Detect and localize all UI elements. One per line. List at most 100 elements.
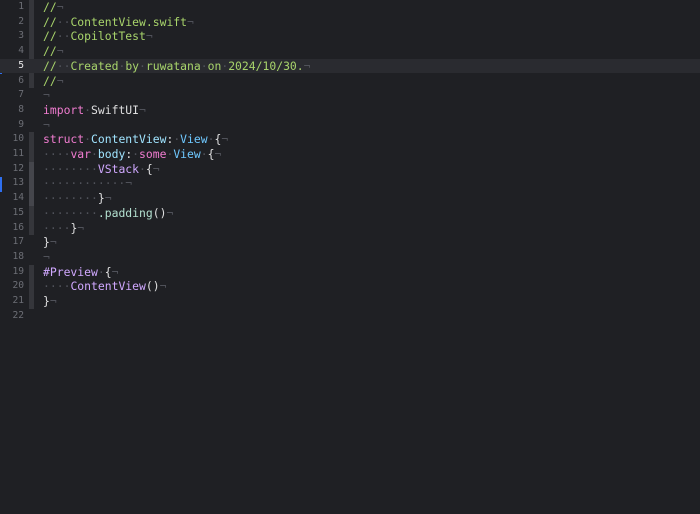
code-token: by <box>125 58 140 73</box>
code-line[interactable]: 2 //··ContentView.swift¬ <box>0 15 700 30</box>
code-token: import <box>43 102 85 117</box>
invisible-char: ¬ <box>56 0 64 14</box>
code-token: } <box>43 235 50 250</box>
code-line[interactable]: 17 }¬ <box>0 235 700 250</box>
invisible-char: ¬ <box>187 14 194 29</box>
line-number: 3 <box>18 30 24 42</box>
line-code: import·SwiftUI¬ <box>43 103 146 118</box>
code-token: () <box>152 205 167 220</box>
code-line[interactable]: 7 ¬ <box>0 88 700 103</box>
code-token: .padding <box>97 205 153 220</box>
line-number: 18 <box>12 250 24 262</box>
line-number: 7 <box>18 89 24 101</box>
line-code: //¬ <box>43 0 64 15</box>
line-code: ¬ <box>43 88 50 103</box>
invisible-char: · <box>139 58 146 73</box>
invisible-char: ········ <box>43 191 98 206</box>
invisible-char: ¬ <box>221 132 229 147</box>
code-line[interactable]: 19 #Preview·{¬ <box>0 265 700 280</box>
invisible-char: ¬ <box>139 102 146 117</box>
line-code: //¬ <box>43 44 64 59</box>
invisible-char: · <box>132 147 140 161</box>
code-token: 2024/10/30. <box>228 58 304 73</box>
code-line[interactable]: 15 ········.padding()¬ <box>0 206 700 221</box>
code-token: // <box>43 0 57 14</box>
code-editor[interactable]: 1//¬ 2//··ContentView.swift¬ 3//··CopilotT… <box>0 0 700 514</box>
invisible-char: ¬ <box>43 117 50 132</box>
line-code: ····var·body:·some·View·{¬ <box>43 147 221 162</box>
code-line[interactable]: 18 ¬ <box>0 250 700 265</box>
code-token: some <box>139 147 167 161</box>
line-code: ¬ <box>43 250 50 265</box>
line-code: }¬ <box>43 294 57 309</box>
code-token: #Preview <box>43 264 98 279</box>
invisible-char: ·· <box>56 29 71 44</box>
invisible-char: ·· <box>56 14 71 29</box>
invisible-char: ¬ <box>145 29 153 44</box>
code-line[interactable]: 11 ····var·body:·some·View·{¬ <box>0 147 700 162</box>
line-code: //¬ <box>43 74 64 89</box>
line-number: 1 <box>18 1 24 12</box>
invisible-char: · <box>84 132 92 147</box>
code-token: ruwatana <box>145 58 201 73</box>
code-token: } <box>43 294 50 308</box>
line-number: 11 <box>12 148 24 159</box>
code-token: View <box>173 147 201 161</box>
invisible-char: ¬ <box>56 44 64 59</box>
code-line[interactable]: 16 ····}¬ <box>0 221 700 236</box>
invisible-char: ¬ <box>152 161 160 176</box>
code-line[interactable]: 20 ····ContentView()¬ <box>0 279 700 294</box>
code-line[interactable]: 8 import·SwiftUI¬ <box>0 103 700 118</box>
code-token: // <box>43 14 57 29</box>
invisible-char: ¬ <box>56 73 64 88</box>
code-line[interactable]: 13 ············¬ <box>0 176 700 191</box>
line-code: }¬ <box>43 235 57 250</box>
code-line[interactable]: 9 ¬ <box>0 118 700 133</box>
code-token: Created <box>70 58 119 73</box>
code-line[interactable]: 6 //¬ <box>0 74 700 89</box>
invisible-char: ¬ <box>111 264 119 279</box>
line-code: //··ContentView.swift¬ <box>43 15 194 30</box>
line-number: 9 <box>18 118 24 130</box>
invisible-char: ¬ <box>159 279 167 294</box>
code-token: // <box>43 58 57 73</box>
code-line[interactable]: 1 //¬ <box>0 0 700 15</box>
line-code: ········}¬ <box>43 191 112 206</box>
line-number: 8 <box>18 103 24 115</box>
line-code: //··Created·by·ruwatana·on·2024/10/30.¬ <box>43 59 311 74</box>
code-line[interactable]: 5//··Created·by·ruwatana·on·2024/10/30.¬ <box>0 58 700 74</box>
line-number: 13 <box>12 177 24 189</box>
line-number: 15 <box>12 206 24 218</box>
invisible-char: ········ <box>43 205 98 220</box>
code-line[interactable]: 10 struct·ContentView:·View·{¬ <box>0 132 700 147</box>
invisible-char: ¬ <box>43 88 50 103</box>
code-line[interactable]: 14 ········}¬ <box>0 191 700 206</box>
line-number: 22 <box>12 309 24 321</box>
code-token: { <box>104 264 112 279</box>
invisible-char: ············¬ <box>43 176 133 191</box>
line-number: 17 <box>12 236 24 248</box>
invisible-char: ¬ <box>49 294 57 308</box>
line-code: ····ContentView()¬ <box>43 279 166 294</box>
line-number: 16 <box>12 221 24 233</box>
line-number: 14 <box>12 192 24 204</box>
code-token: struct <box>43 132 85 147</box>
invisible-char: ¬ <box>214 147 222 161</box>
invisible-char: · <box>139 161 146 176</box>
code-line[interactable]: 21}¬ <box>0 294 700 309</box>
line-code: ········VStack·{¬ <box>43 162 160 177</box>
code-line[interactable]: 3 //··CopilotTest¬ <box>0 29 700 44</box>
invisible-char: ¬ <box>104 191 112 206</box>
code-token: () <box>145 279 160 294</box>
line-code: #Preview·{¬ <box>43 265 118 280</box>
code-token: var <box>70 147 92 161</box>
code-line[interactable]: 12 ········VStack·{¬ <box>0 162 700 177</box>
line-number: 10 <box>12 133 24 145</box>
code-token: SwiftUI <box>91 102 140 117</box>
code-line[interactable]: 22 <box>0 309 700 324</box>
line-number: 20 <box>12 280 24 292</box>
code-token: ContentView <box>91 132 167 147</box>
code-token: body <box>97 147 126 161</box>
code-line[interactable]: 4 //¬ <box>0 44 700 59</box>
invisible-char: ¬ <box>303 58 311 73</box>
